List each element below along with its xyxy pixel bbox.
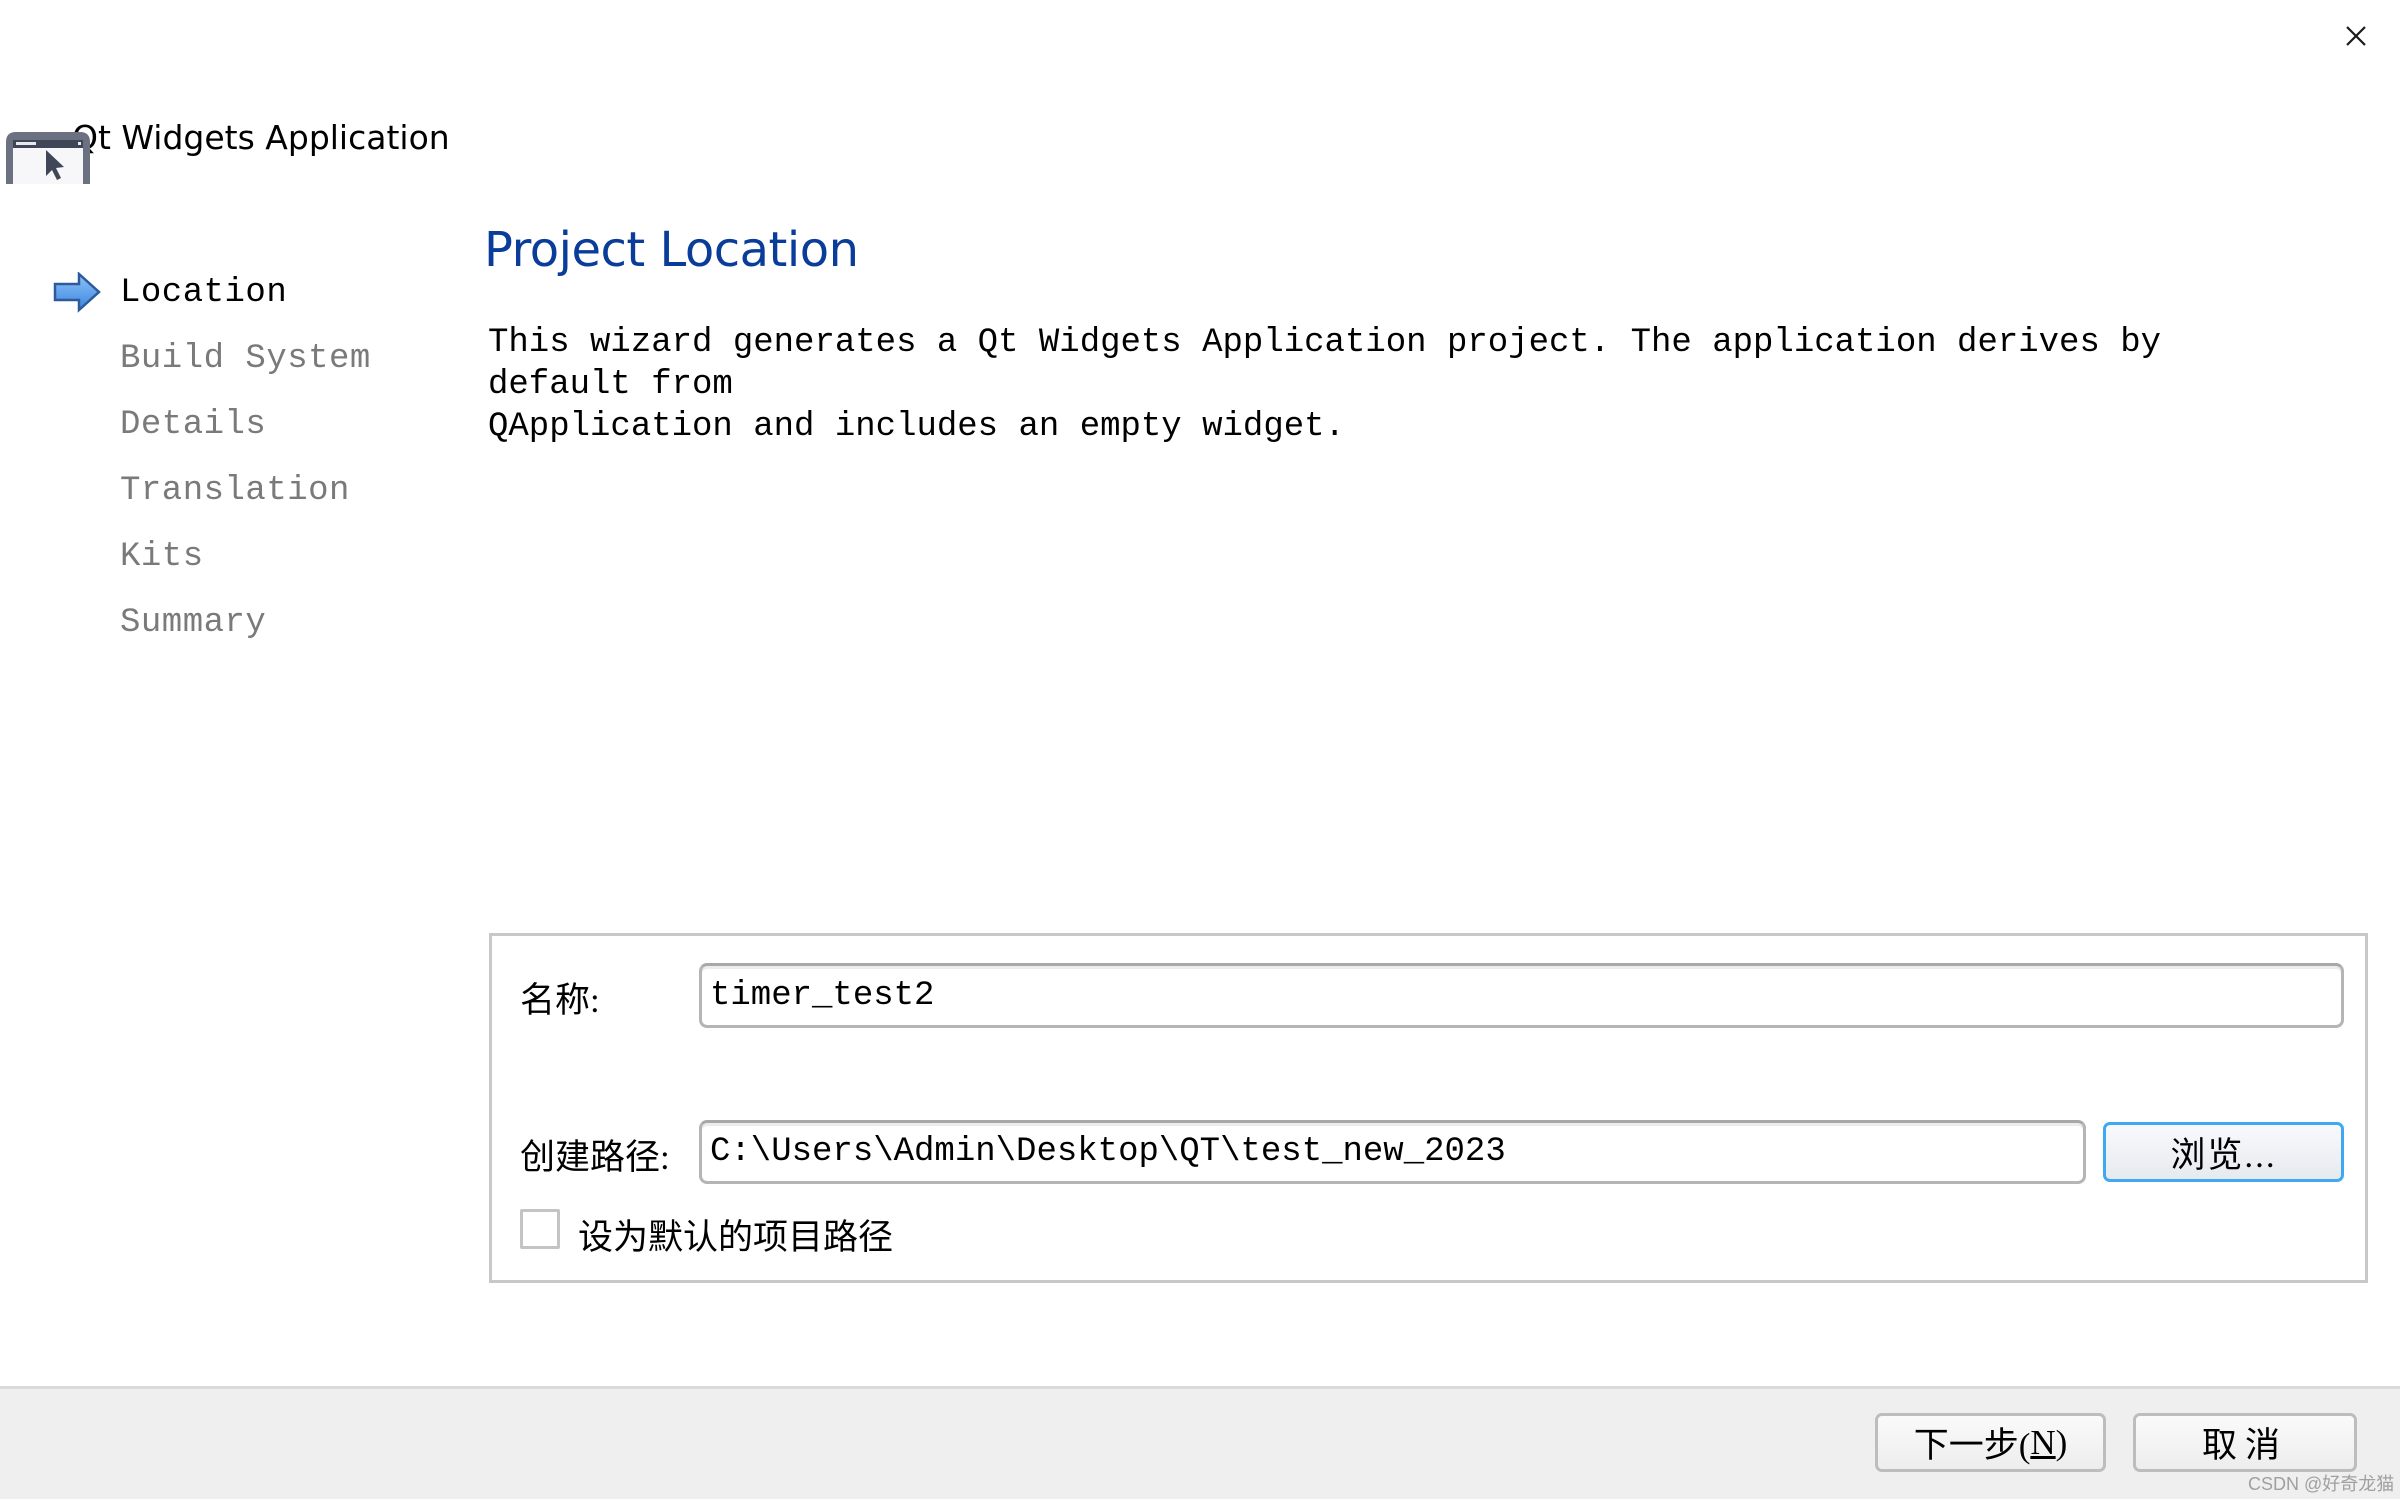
next-label-suffix: ): [2055, 1422, 2068, 1462]
step-summary: Summary: [120, 604, 267, 642]
close-icon: [2346, 26, 2366, 46]
close-button[interactable]: [2330, 12, 2382, 60]
project-path-value: C:\Users\Admin\Desktop\QT\test_new_2023: [710, 1133, 1506, 1171]
watermark: CSDN @好奇龙猫: [2248, 1474, 2395, 1494]
next-button[interactable]: 下一步(N): [1875, 1413, 2106, 1472]
step-kits: Kits: [120, 538, 204, 576]
cancel-button[interactable]: 取消: [2133, 1413, 2357, 1472]
project-name-value: timer_test2: [710, 976, 935, 1015]
step-translation: Translation: [120, 472, 350, 510]
window-cursor-icon: [6, 132, 90, 184]
page-description: This wizard generates a Qt Widgets Appli…: [488, 324, 2162, 446]
next-label-prefix: 下一步(: [1913, 1426, 2031, 1465]
name-label: 名称:: [520, 981, 600, 1020]
default-path-checkbox[interactable]: [520, 1209, 560, 1249]
next-mnemonic: N: [2030, 1422, 2056, 1462]
arrow-right-icon: [53, 272, 101, 313]
project-name-input[interactable]: timer_test2: [699, 963, 2344, 1028]
page-title: Project Location: [484, 222, 859, 278]
step-build-system: Build System: [120, 340, 371, 378]
wizard-title: Qt Widgets Application: [72, 118, 450, 157]
path-label: 创建路径:: [520, 1138, 670, 1177]
browse-button[interactable]: 浏览...: [2103, 1122, 2344, 1182]
default-path-checkbox-label[interactable]: 设为默认的项目路径: [578, 1209, 893, 1260]
project-path-input[interactable]: C:\Users\Admin\Desktop\QT\test_new_2023: [699, 1120, 2086, 1184]
step-location: Location: [120, 274, 288, 312]
step-details: Details: [120, 406, 267, 444]
